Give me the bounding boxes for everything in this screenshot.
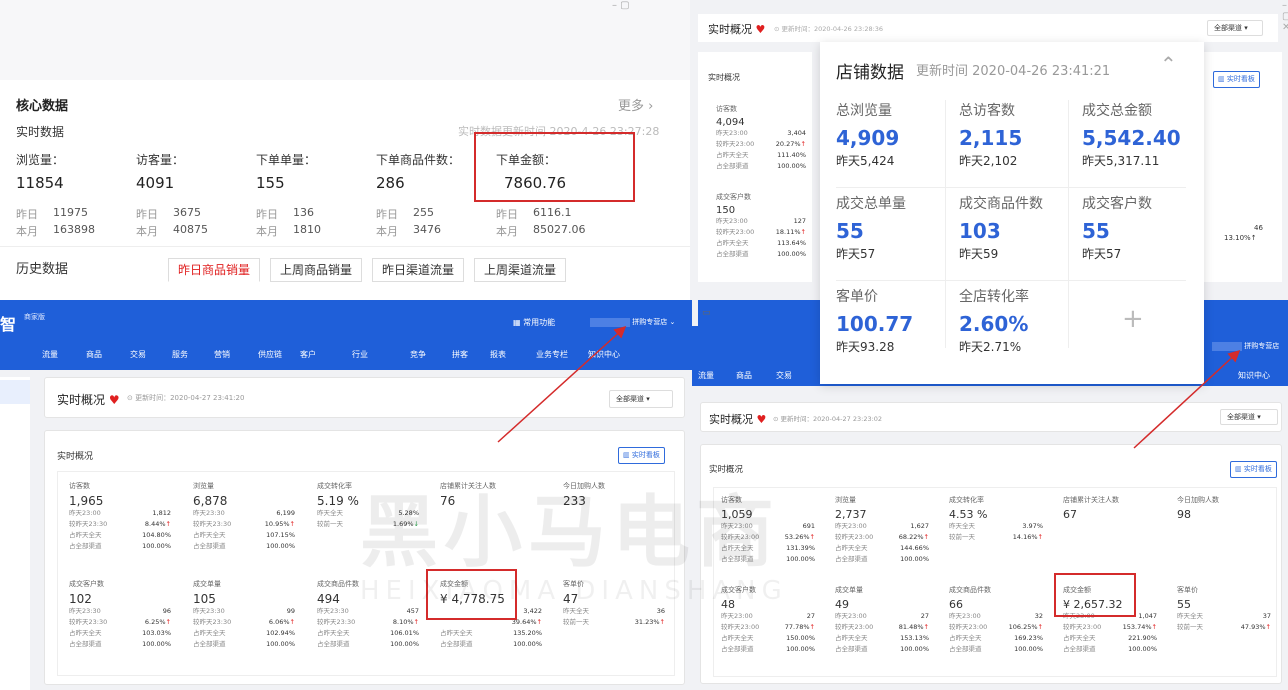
annotation-arrows	[497, 325, 1241, 449]
